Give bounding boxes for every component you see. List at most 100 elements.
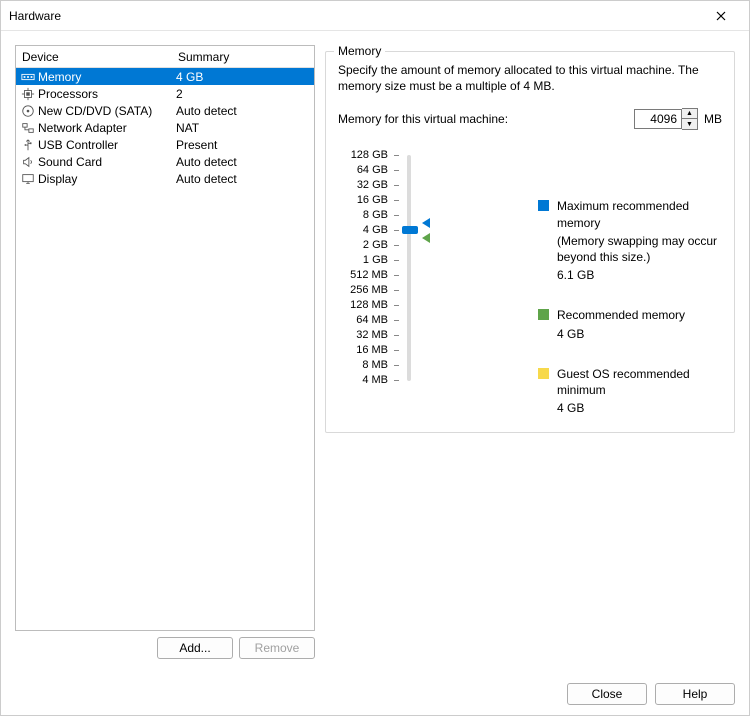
add-button[interactable]: Add...	[157, 637, 233, 659]
tick-label: 64 MB	[356, 313, 394, 328]
memory-input-label: Memory for this virtual machine:	[338, 112, 508, 126]
memory-icon	[20, 69, 36, 85]
tick-mark	[394, 208, 402, 223]
device-summary: Present	[176, 138, 314, 152]
tick-mark	[394, 148, 402, 163]
tick-label: 4 GB	[363, 223, 394, 238]
panel-legend: Memory	[334, 44, 385, 58]
sound-icon	[20, 154, 36, 170]
left-column: Device Summary Memory4 GBProcessors2New …	[15, 45, 315, 659]
device-name: Display	[38, 172, 176, 186]
tick-label: 128 MB	[350, 298, 394, 313]
tick-mark	[394, 298, 402, 313]
legend-swatch	[538, 368, 549, 379]
hardware-dialog: Hardware Device Summary Memory4 GBProces…	[0, 0, 750, 716]
legend-title: Recommended memory	[557, 307, 722, 323]
device-name: Sound Card	[38, 155, 176, 169]
tick-mark	[394, 328, 402, 343]
legend-text: Recommended memory 4 GB	[557, 307, 722, 341]
legend-text: Maximum recommended memory(Memory swappi…	[557, 198, 722, 283]
tick-label: 4 MB	[362, 373, 394, 388]
tick-label: 128 GB	[351, 148, 394, 163]
close-icon	[716, 11, 726, 21]
memory-slider-area: 128 GB64 GB32 GB16 GB8 GB4 GB2 GB1 GB512…	[338, 148, 722, 416]
memory-panel: Memory Specify the amount of memory allo…	[325, 51, 735, 433]
legend-detail: (Memory swapping may occur beyond this s…	[557, 233, 722, 265]
tick-mark	[394, 313, 402, 328]
spinner-down-button[interactable]: ▼	[682, 119, 697, 129]
tick-label: 16 GB	[357, 193, 394, 208]
titlebar: Hardware	[1, 1, 749, 31]
memory-input-row: Memory for this virtual machine: ▲ ▼ MB	[338, 108, 722, 130]
device-row-cpu[interactable]: Processors2	[16, 85, 314, 102]
usb-icon	[20, 137, 36, 153]
spinner-buttons: ▲ ▼	[682, 108, 698, 130]
slider-track[interactable]	[404, 148, 428, 388]
tick-mark	[394, 163, 402, 178]
memory-unit: MB	[704, 112, 722, 126]
device-name: USB Controller	[38, 138, 176, 152]
panel-description: Specify the amount of memory allocated t…	[338, 62, 722, 94]
device-summary: 4 GB	[176, 70, 314, 84]
device-list: Device Summary Memory4 GBProcessors2New …	[15, 45, 315, 631]
tick-mark	[394, 343, 402, 358]
tick-mark	[394, 358, 402, 373]
slider-thumb[interactable]	[402, 226, 418, 234]
tick-label: 512 MB	[350, 268, 394, 283]
device-summary: 2	[176, 87, 314, 101]
legend-column: Maximum recommended memory(Memory swappi…	[538, 148, 722, 416]
list-body: Memory4 GBProcessors2New CD/DVD (SATA)Au…	[16, 68, 314, 187]
tick-mark	[394, 268, 402, 283]
header-summary[interactable]: Summary	[174, 50, 314, 64]
display-icon	[20, 171, 36, 187]
device-summary: Auto detect	[176, 155, 314, 169]
device-row-memory[interactable]: Memory4 GB	[16, 68, 314, 85]
device-row-display[interactable]: DisplayAuto detect	[16, 170, 314, 187]
close-footer-button[interactable]: Close	[567, 683, 647, 705]
device-name: Network Adapter	[38, 121, 176, 135]
max-memory-marker	[422, 218, 430, 228]
content-area: Device Summary Memory4 GBProcessors2New …	[1, 31, 749, 673]
tick-marks	[394, 148, 402, 416]
recommended-memory-marker	[422, 233, 430, 243]
spinner-up-button[interactable]: ▲	[682, 109, 697, 119]
device-summary: Auto detect	[176, 172, 314, 186]
device-row-network[interactable]: Network AdapterNAT	[16, 119, 314, 136]
legend-swatch	[538, 200, 549, 211]
device-name: Memory	[38, 70, 176, 84]
legend-item-green: Recommended memory 4 GB	[538, 307, 722, 341]
legend-title: Guest OS recommended minimum	[557, 366, 722, 398]
window-title: Hardware	[9, 9, 701, 23]
tick-mark	[394, 283, 402, 298]
device-row-sound[interactable]: Sound CardAuto detect	[16, 153, 314, 170]
tick-mark	[394, 178, 402, 193]
tick-label: 1 GB	[363, 253, 394, 268]
list-header: Device Summary	[16, 46, 314, 68]
close-button[interactable]	[701, 2, 741, 30]
tick-label: 8 MB	[362, 358, 394, 373]
device-summary: Auto detect	[176, 104, 314, 118]
legend-value: 4 GB	[557, 326, 722, 342]
remove-button: Remove	[239, 637, 315, 659]
memory-input[interactable]	[634, 109, 682, 129]
legend-text: Guest OS recommended minimum 4 GB	[557, 366, 722, 417]
tick-label: 16 MB	[356, 343, 394, 358]
cpu-icon	[20, 86, 36, 102]
legend-swatch	[538, 309, 549, 320]
help-button[interactable]: Help	[655, 683, 735, 705]
tick-mark	[394, 193, 402, 208]
tick-mark	[394, 373, 402, 388]
header-device[interactable]: Device	[16, 50, 174, 64]
left-button-bar: Add... Remove	[15, 637, 315, 659]
disc-icon	[20, 103, 36, 119]
device-row-usb[interactable]: USB ControllerPresent	[16, 136, 314, 153]
device-row-disc[interactable]: New CD/DVD (SATA)Auto detect	[16, 102, 314, 119]
tick-labels: 128 GB64 GB32 GB16 GB8 GB4 GB2 GB1 GB512…	[338, 148, 394, 416]
tick-label: 2 GB	[363, 238, 394, 253]
legend-value: 4 GB	[557, 400, 722, 416]
device-summary: NAT	[176, 121, 314, 135]
right-column: Memory Specify the amount of memory allo…	[325, 45, 735, 659]
network-icon	[20, 120, 36, 136]
legend-value: 6.1 GB	[557, 267, 722, 283]
tick-label: 32 MB	[356, 328, 394, 343]
